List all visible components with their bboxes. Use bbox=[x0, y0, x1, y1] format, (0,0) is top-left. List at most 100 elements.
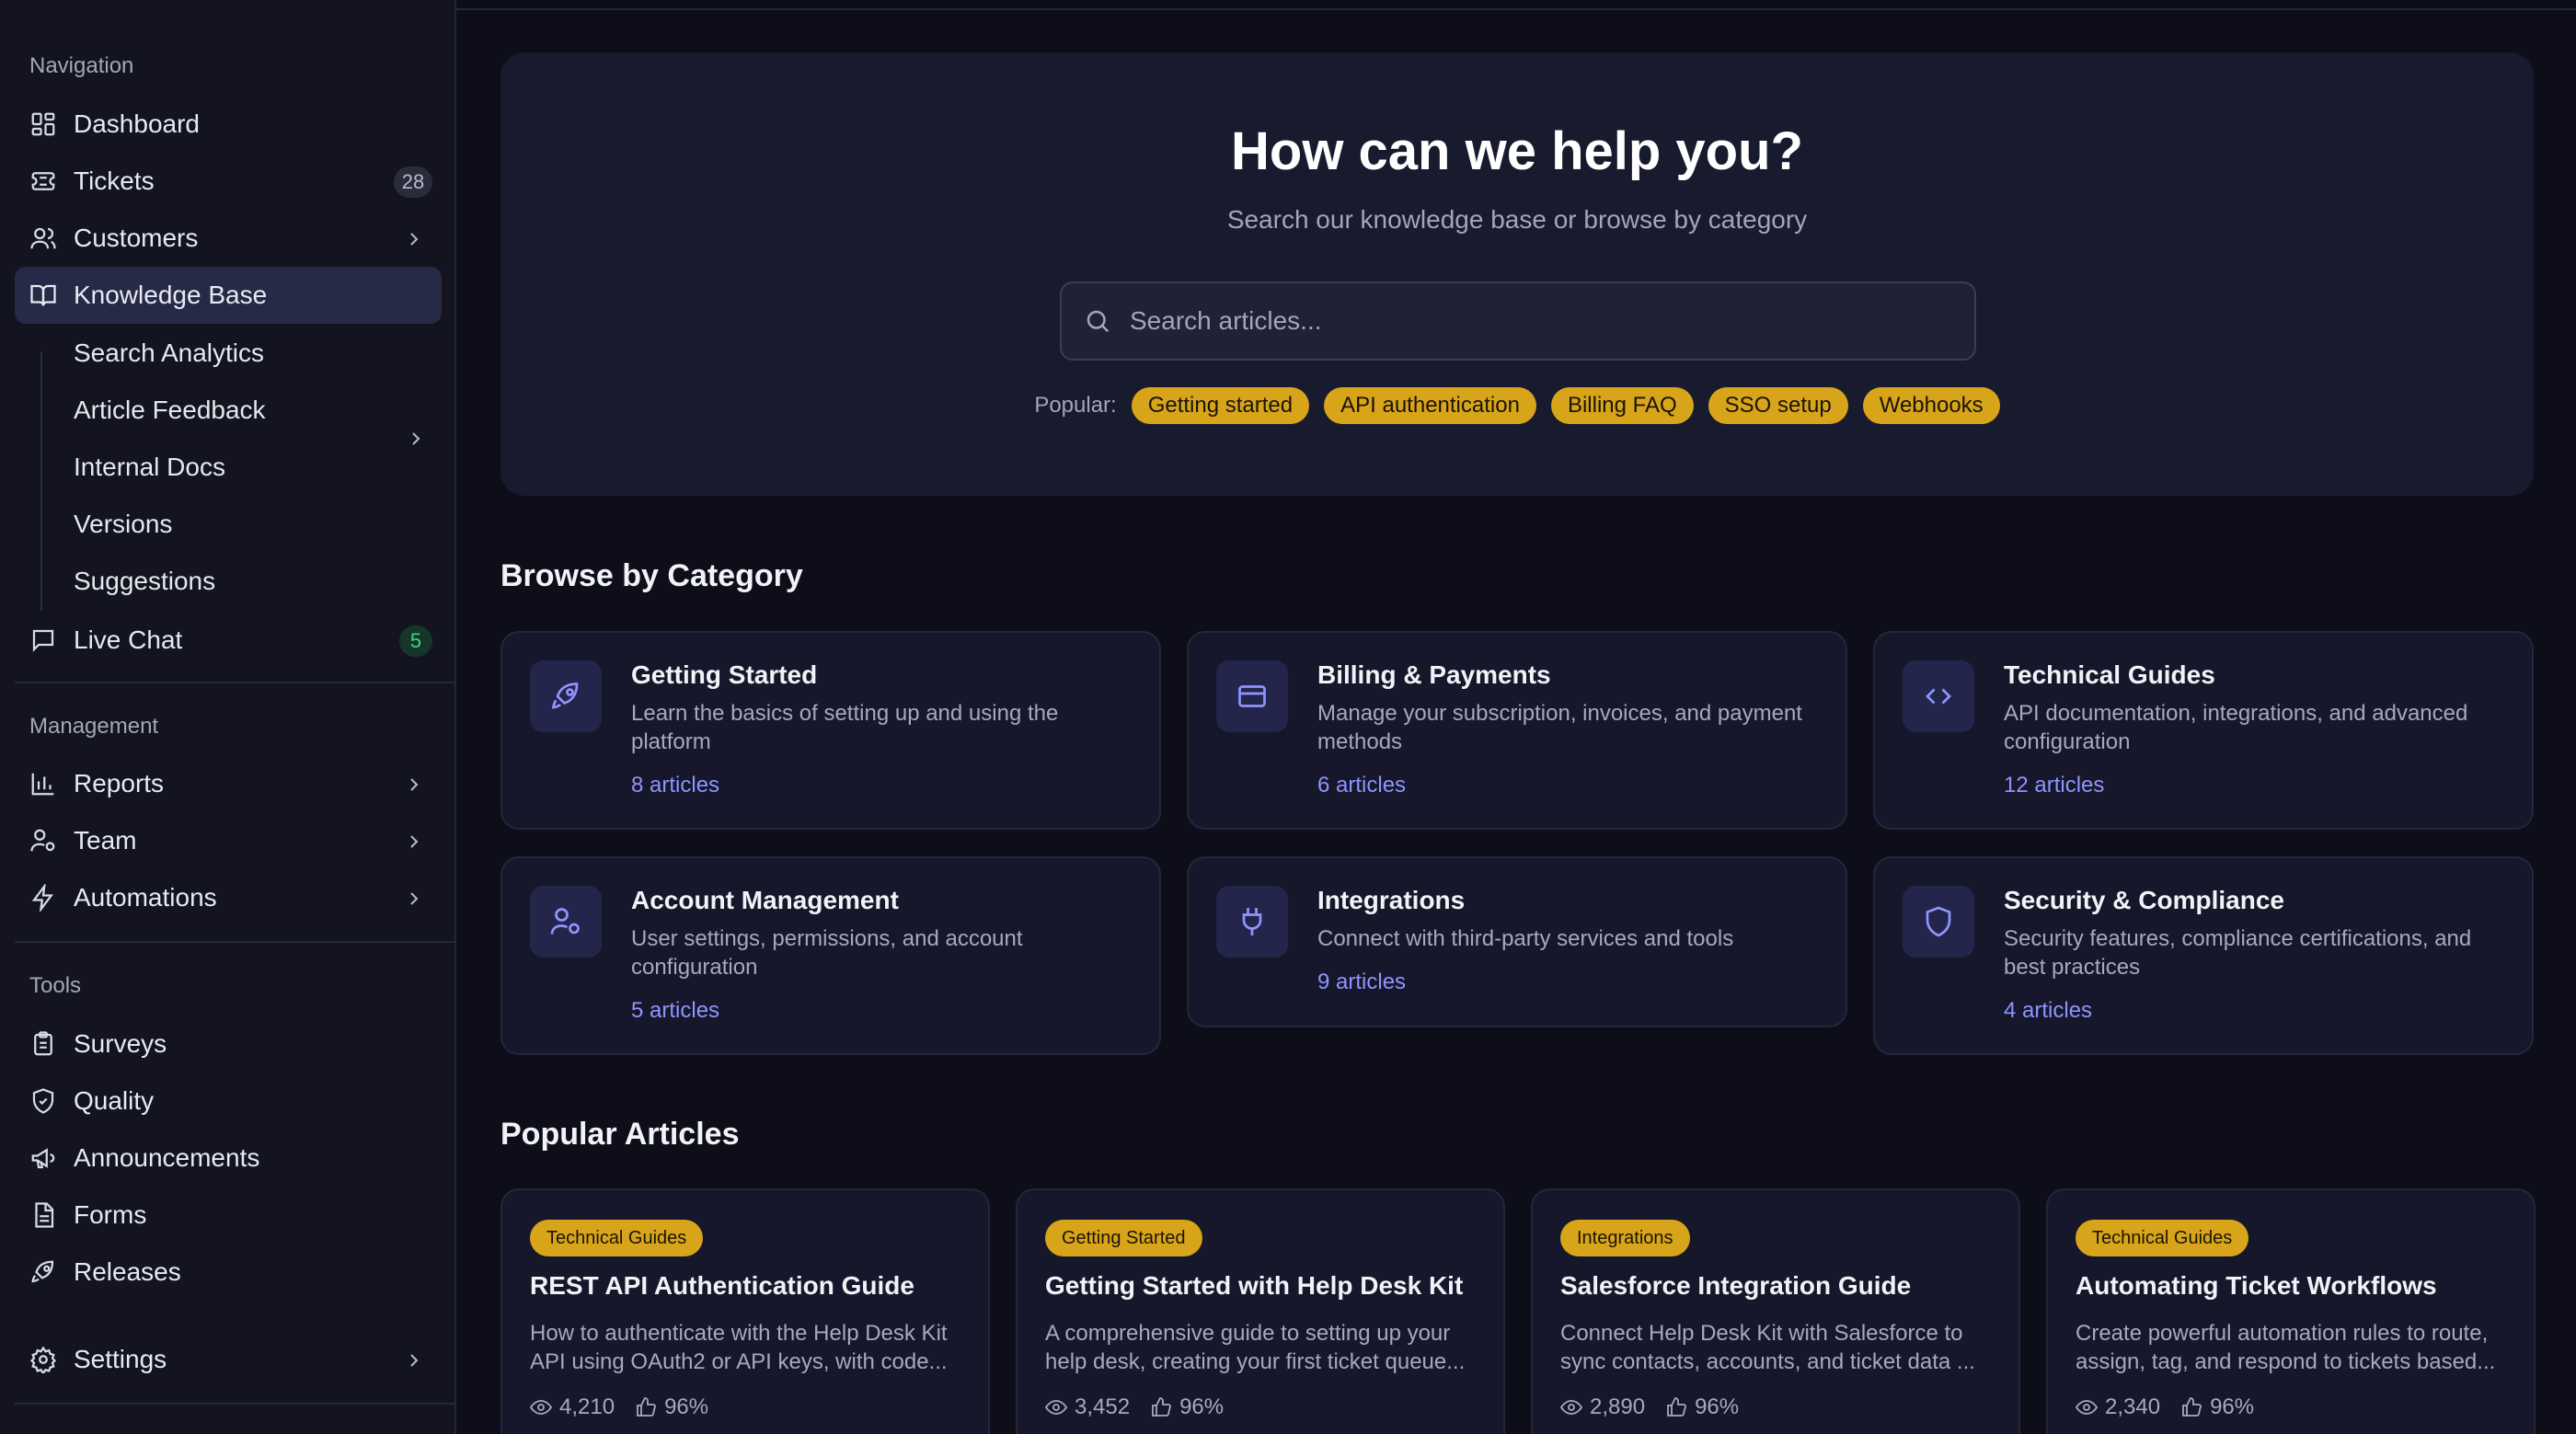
sidebar-item-releases[interactable]: Releases bbox=[15, 1244, 442, 1301]
category-description: Learn the basics of setting up and using… bbox=[631, 701, 1059, 754]
category-card[interactable]: Getting Started Learn the basics of sett… bbox=[500, 631, 1161, 830]
sidebar-subitem-versions[interactable]: Versions bbox=[74, 506, 172, 543]
sidebar-subitem-suggestions[interactable]: Suggestions bbox=[74, 563, 215, 600]
thumbs-up-icon bbox=[637, 1397, 656, 1417]
submenu-guide-line bbox=[40, 351, 42, 611]
credit-card-icon bbox=[1216, 660, 1288, 732]
article-card[interactable]: Technical Guides REST API Authentication… bbox=[500, 1188, 990, 1434]
dashboard-icon bbox=[29, 110, 57, 138]
popular-tag[interactable]: SSO setup bbox=[1708, 387, 1848, 424]
nav-section-label: Navigation bbox=[29, 53, 134, 78]
helpful-rate: 96% bbox=[664, 1394, 709, 1419]
category-count: 12 articles bbox=[2004, 773, 2105, 797]
article-title[interactable]: Automating Ticket Workflows bbox=[2076, 1271, 2437, 1301]
chevron-right-icon[interactable] bbox=[403, 830, 425, 852]
category-description: Security features, compliance certificat… bbox=[2004, 926, 2472, 980]
helpful-rate: 96% bbox=[2210, 1394, 2255, 1419]
megaphone-icon bbox=[29, 1144, 57, 1172]
sidebar-item-label: Automations bbox=[74, 883, 217, 912]
category-card[interactable]: Integrations Connect with third-party se… bbox=[1187, 856, 1847, 1027]
sidebar-item-announcements[interactable]: Announcements bbox=[15, 1130, 442, 1187]
sidebar-item-knowledge-base[interactable]: Knowledge Base bbox=[15, 267, 442, 324]
sidebar-item-label: Tickets bbox=[74, 166, 155, 195]
sidebar-item-label: Quality bbox=[74, 1086, 155, 1115]
popular-tag[interactable]: Billing FAQ bbox=[1550, 387, 1694, 424]
sidebar: Navigation Dashboard Tickets 28 Customer… bbox=[0, 0, 456, 1434]
chevron-right-icon[interactable] bbox=[405, 428, 427, 450]
management-section-label: Management bbox=[29, 714, 159, 739]
hero-title: How can we help you? bbox=[1231, 121, 1803, 181]
popular-searches: Popular: Getting started API authenticat… bbox=[500, 387, 2534, 424]
category-description: User settings, permissions, and account … bbox=[631, 926, 1023, 980]
article-card[interactable]: Integrations Salesforce Integration Guid… bbox=[1531, 1188, 2020, 1434]
hero-subtitle: Search our knowledge base or browse by c… bbox=[1226, 205, 1808, 234]
article-title[interactable]: Salesforce Integration Guide bbox=[1560, 1271, 1911, 1301]
sidebar-item-tickets[interactable]: Tickets 28 bbox=[15, 153, 442, 210]
sidebar-item-quality[interactable]: Quality bbox=[15, 1073, 442, 1130]
sidebar-item-customers[interactable]: Customers bbox=[15, 210, 442, 267]
sidebar-item-reports[interactable]: Reports bbox=[15, 755, 442, 812]
category-card[interactable]: Security & Compliance Security features,… bbox=[1873, 856, 2534, 1055]
sidebar-subitem-article-feedback[interactable]: Article Feedback bbox=[74, 392, 266, 429]
article-description: A comprehensive guide to setting up your… bbox=[1045, 1321, 1466, 1374]
chevron-right-icon[interactable] bbox=[403, 887, 425, 909]
article-stats: 2,890 96% bbox=[1560, 1394, 1739, 1420]
article-category-tag: Getting Started bbox=[1045, 1220, 1202, 1256]
article-category-tag: Technical Guides bbox=[2076, 1220, 2249, 1256]
category-title: Security & Compliance bbox=[2004, 886, 2284, 914]
view-count: 2,340 bbox=[2105, 1394, 2161, 1419]
sidebar-item-label: Reports bbox=[74, 769, 165, 797]
article-title[interactable]: REST API Authentication Guide bbox=[530, 1271, 914, 1301]
live-chat-count-badge: 5 bbox=[399, 625, 432, 657]
popular-tag[interactable]: Webhooks bbox=[1862, 387, 2000, 424]
article-card[interactable]: Getting Started Getting Started with Hel… bbox=[1016, 1188, 1505, 1434]
chat-icon bbox=[29, 626, 57, 654]
chevron-right-icon[interactable] bbox=[403, 1348, 425, 1371]
article-card[interactable]: Technical Guides Automating Ticket Workf… bbox=[2046, 1188, 2536, 1434]
popular-tag[interactable]: Getting started bbox=[1131, 387, 1310, 424]
category-card[interactable]: Billing & Payments Manage your subscript… bbox=[1187, 631, 1847, 830]
sidebar-item-automations[interactable]: Automations bbox=[15, 869, 442, 926]
sidebar-item-settings[interactable]: Settings bbox=[15, 1331, 442, 1388]
category-card[interactable]: Technical Guides API documentation, inte… bbox=[1873, 631, 2534, 830]
sidebar-item-label: Dashboard bbox=[74, 109, 200, 138]
thumbs-up-icon bbox=[1152, 1397, 1171, 1417]
sidebar-item-team[interactable]: Team bbox=[15, 812, 442, 869]
category-count: 9 articles bbox=[1317, 969, 1407, 994]
user-settings-icon bbox=[530, 886, 602, 958]
helpful-rate: 96% bbox=[1695, 1394, 1740, 1419]
category-card[interactable]: Account Management User settings, permis… bbox=[500, 856, 1161, 1055]
sidebar-item-surveys[interactable]: Surveys bbox=[15, 1015, 442, 1073]
browse-category-heading: Browse by Category bbox=[500, 558, 803, 593]
category-title: Technical Guides bbox=[2004, 660, 2215, 689]
code-icon bbox=[1903, 660, 1974, 732]
article-title[interactable]: Getting Started with Help Desk Kit bbox=[1045, 1271, 1463, 1301]
bar-chart-icon bbox=[29, 770, 57, 797]
gear-icon bbox=[29, 1346, 57, 1373]
sidebar-item-live-chat[interactable]: Live Chat 5 bbox=[15, 612, 442, 669]
search-box[interactable] bbox=[1060, 281, 1976, 361]
shield-icon bbox=[1903, 886, 1974, 958]
sidebar-subitem-internal-docs[interactable]: Internal Docs bbox=[74, 449, 225, 486]
chevron-right-icon[interactable] bbox=[403, 773, 425, 795]
sidebar-item-label: Announcements bbox=[74, 1143, 260, 1172]
view-count: 3,452 bbox=[1075, 1394, 1131, 1419]
search-input[interactable] bbox=[1130, 306, 1939, 336]
file-text-icon bbox=[29, 1201, 57, 1229]
sidebar-item-label: Knowledge Base bbox=[74, 281, 268, 309]
view-count: 4,210 bbox=[559, 1394, 615, 1419]
sidebar-item-label: Team bbox=[74, 826, 137, 855]
sidebar-item-forms[interactable]: Forms bbox=[15, 1187, 442, 1244]
category-count: 6 articles bbox=[1317, 773, 1407, 797]
search-hero: How can we help you? Search our knowledg… bbox=[500, 52, 2534, 496]
plug-icon bbox=[1216, 886, 1288, 958]
sidebar-item-dashboard[interactable]: Dashboard bbox=[15, 96, 442, 153]
chevron-right-icon[interactable] bbox=[403, 227, 425, 249]
sidebar-item-label: Customers bbox=[74, 224, 199, 252]
sidebar-subitem-search-analytics[interactable]: Search Analytics bbox=[74, 335, 264, 372]
clipboard-list-icon bbox=[29, 1030, 57, 1058]
popular-tag[interactable]: API authentication bbox=[1324, 387, 1536, 424]
header-divider bbox=[456, 8, 2576, 10]
eye-icon bbox=[530, 1400, 552, 1415]
category-description: API documentation, integrations, and adv… bbox=[2004, 701, 2468, 754]
